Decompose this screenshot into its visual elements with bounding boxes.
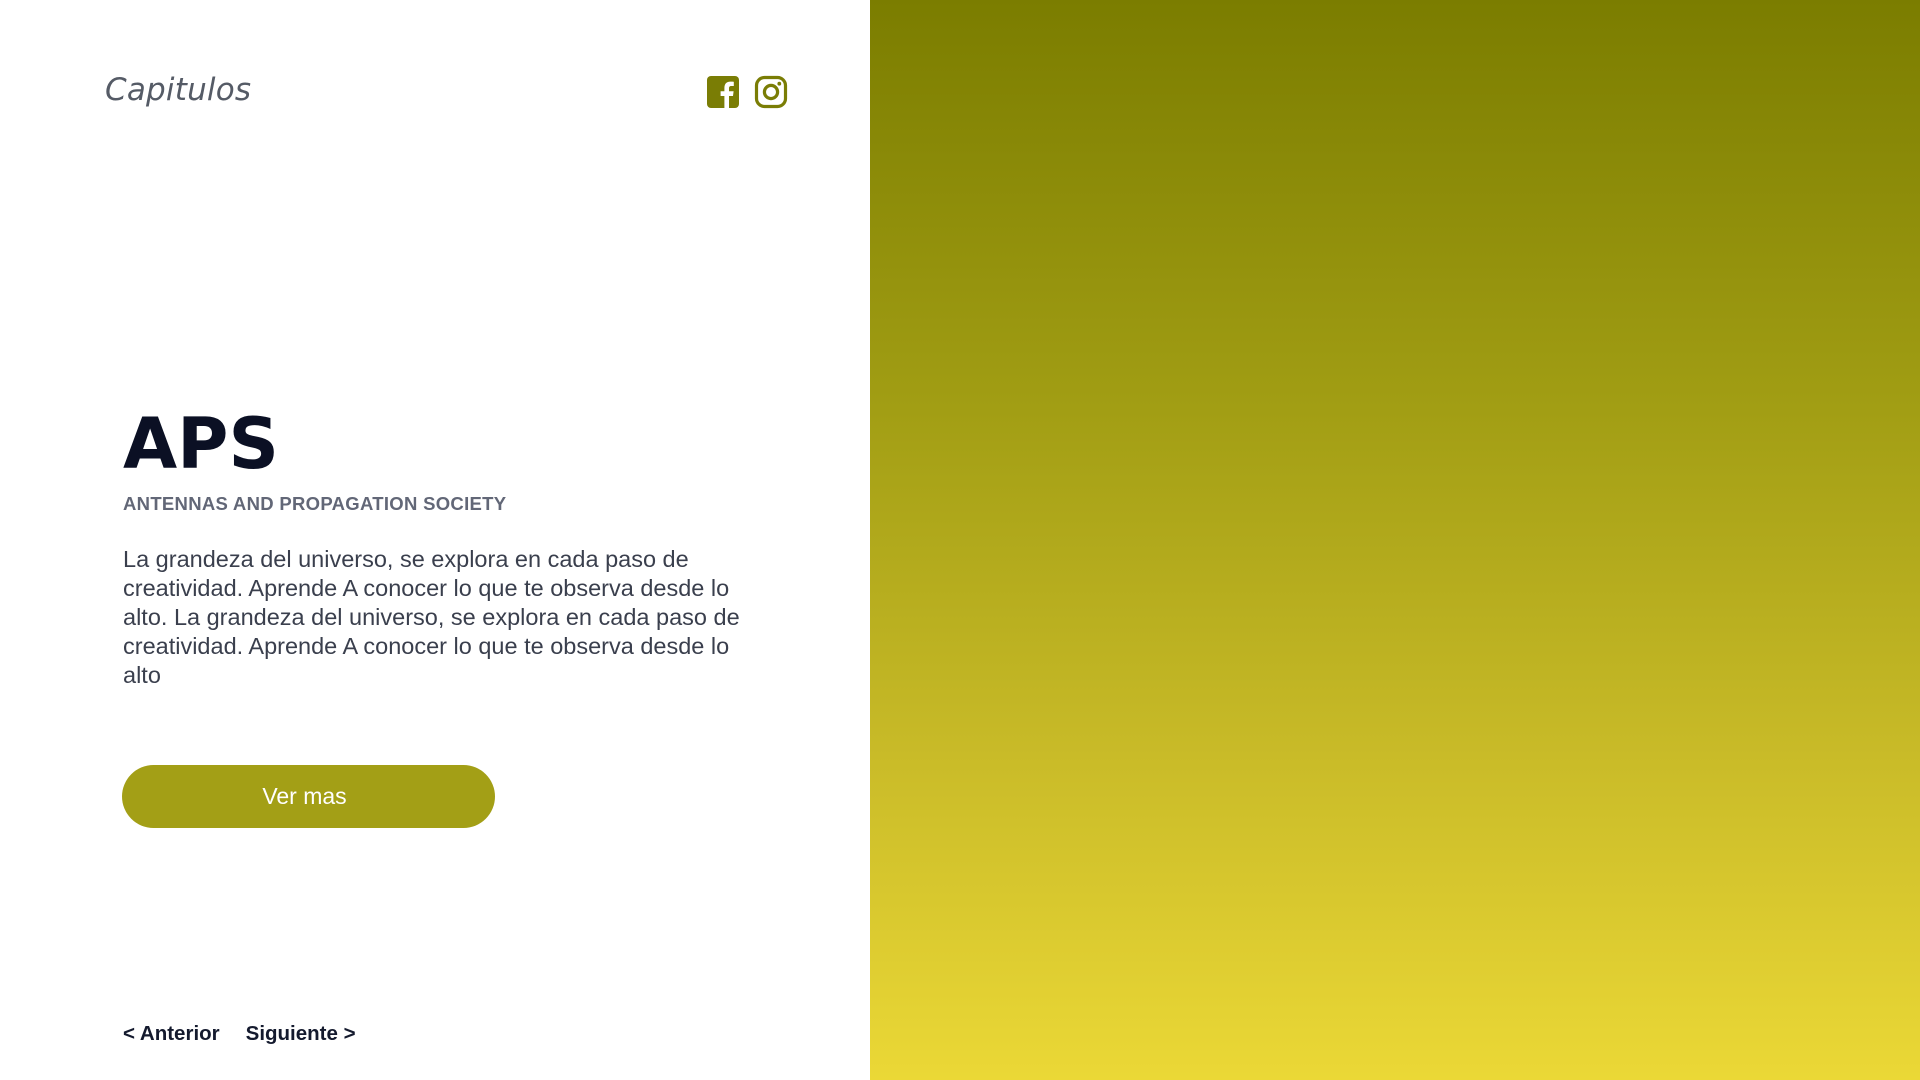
content-panel: Capitulos APS ANTENNAS AND PROPAGATION S…: [0, 0, 870, 1080]
next-link[interactable]: Siguiente >: [246, 1022, 356, 1046]
page-subtitle: ANTENNAS AND PROPAGATION SOCIETY: [123, 493, 507, 514]
instagram-icon: [754, 75, 788, 109]
gradient-hero-panel: [870, 0, 1920, 1080]
pagination: < Anterior Siguiente >: [123, 1022, 356, 1046]
hero-content: APS ANTENNAS AND PROPAGATION SOCIETY La …: [123, 405, 763, 714]
previous-link[interactable]: < Anterior: [123, 1022, 220, 1046]
facebook-link[interactable]: [706, 75, 740, 109]
social-links: [706, 75, 788, 109]
instagram-link[interactable]: [754, 75, 788, 109]
page: Capitulos APS ANTENNAS AND PROPAGATION S…: [0, 0, 1920, 1080]
facebook-icon: [707, 76, 739, 108]
page-title: APS: [123, 403, 279, 485]
ver-mas-button[interactable]: Ver mas: [122, 765, 495, 828]
brand-link[interactable]: Capitulos: [105, 72, 251, 108]
hero-description: La grandeza del universo, se explora en …: [123, 546, 740, 688]
